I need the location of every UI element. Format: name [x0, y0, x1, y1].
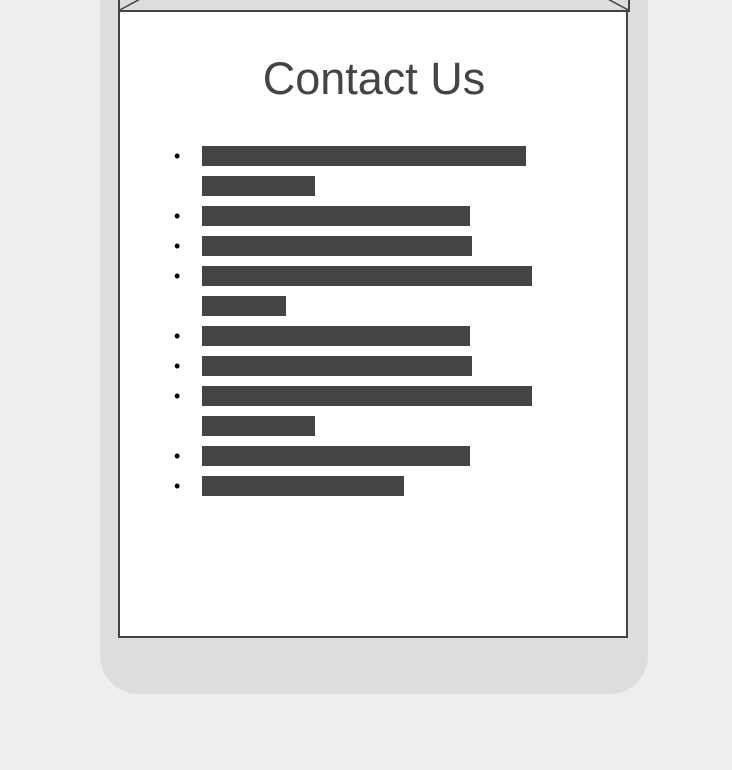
contact-list-item: •: [170, 476, 532, 496]
contact-list-item: •: [170, 236, 532, 256]
contact-list: • • • • • • • • •: [170, 144, 532, 506]
list-bullet: •: [174, 446, 181, 466]
text-placeholder-line: [202, 446, 470, 466]
text-placeholder-line: [202, 266, 532, 286]
list-bullet: •: [174, 356, 181, 376]
contact-list-item: •: [170, 326, 532, 346]
page-title: Contact Us: [262, 53, 486, 104]
list-bullet: •: [174, 476, 181, 496]
image-placeholder-graphic: [118, 0, 630, 12]
list-bullet: •: [174, 206, 181, 226]
contact-list-item: •: [170, 356, 532, 376]
text-placeholder-line: [202, 236, 472, 256]
list-bullet: •: [174, 146, 181, 166]
contact-list-item: •: [170, 446, 532, 466]
text-placeholder-line: [202, 206, 470, 226]
list-bullet: •: [174, 236, 181, 256]
text-placeholder-line: [202, 356, 472, 376]
text-placeholder-line: [202, 476, 404, 496]
list-bullet: •: [174, 266, 181, 286]
contact-list-item: •: [170, 266, 532, 316]
image-placeholder: [118, 0, 630, 12]
text-placeholder-line: [202, 176, 315, 196]
list-bullet: •: [174, 386, 181, 406]
text-placeholder-line: [202, 416, 315, 436]
contact-list-item: •: [170, 206, 532, 226]
text-placeholder-line: [202, 326, 470, 346]
text-placeholder-line: [202, 146, 526, 166]
list-bullet: •: [174, 326, 181, 346]
text-placeholder-line: [202, 386, 532, 406]
contact-list-item: •: [170, 146, 532, 196]
contact-list-item: •: [170, 386, 532, 436]
text-placeholder-line: [202, 296, 286, 316]
